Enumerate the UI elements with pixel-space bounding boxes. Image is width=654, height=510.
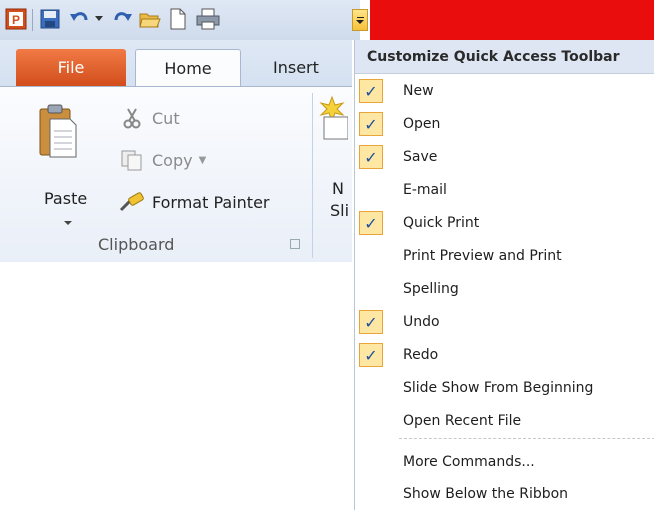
chevron-down-icon[interactable] [64, 221, 72, 225]
menu-item-more-commands[interactable]: More Commands... [355, 445, 654, 478]
checkbox-empty [359, 244, 383, 268]
copy-button[interactable]: Copy ▼ [118, 149, 206, 171]
menu-item-undo[interactable]: ✓ Undo [355, 305, 654, 338]
paste-button[interactable]: Paste [38, 103, 98, 233]
checkbox-empty [359, 409, 383, 433]
checkmark-icon: ✓ [359, 112, 383, 136]
menu-item-label: Quick Print [403, 214, 480, 231]
new-slide-button[interactable]: N Sli [318, 95, 352, 235]
toolbar-separator [32, 9, 33, 31]
undo-dropdown-icon[interactable] [92, 7, 106, 31]
menu-item-open[interactable]: ✓ Open [355, 107, 654, 140]
menu-item-label: Show Below the Ribbon [403, 485, 569, 502]
customize-qat-dropdown-button[interactable] [352, 9, 368, 31]
copy-label: Copy [152, 150, 193, 170]
menu-item-label: Spelling [403, 280, 459, 297]
menu-item-spelling[interactable]: Spelling [355, 272, 654, 305]
menu-item-label: Save [403, 148, 438, 165]
clipboard-icon [39, 104, 77, 158]
menu-item-label: Print Preview and Print [403, 247, 562, 264]
menu-item-label: E-mail [403, 181, 447, 198]
menu-item-label: Open [403, 115, 441, 132]
checkmark-icon: ✓ [359, 211, 383, 235]
new-document-icon[interactable] [166, 7, 190, 31]
scissors-icon [118, 107, 146, 129]
tab-home[interactable]: Home [135, 49, 241, 87]
checkbox-empty [359, 178, 383, 202]
copy-icon [118, 149, 146, 171]
menu-item-new[interactable]: ✓ New [355, 74, 654, 107]
checkmark-icon: ✓ [359, 343, 383, 367]
customize-qat-menu: Customize Quick Access Toolbar ✓ New ✓ O… [354, 40, 654, 510]
checkmark-icon: ✓ [359, 310, 383, 334]
menu-item-show-below-ribbon[interactable]: Show Below the Ribbon [355, 477, 654, 510]
menu-item-label: Open Recent File [403, 412, 522, 429]
format-painter-label: Format Painter [152, 192, 270, 212]
menu-item-label: Undo [403, 313, 440, 330]
cut-button[interactable]: Cut [118, 107, 180, 129]
menu-item-print-preview[interactable]: Print Preview and Print [355, 239, 654, 272]
quick-print-icon[interactable] [194, 7, 222, 31]
open-folder-icon[interactable] [138, 7, 162, 31]
clipboard-group-label: Clipboard [98, 235, 175, 254]
tab-file[interactable]: File [16, 49, 126, 86]
menu-item-label: More Commands... [403, 453, 535, 470]
ribbon-tabs: File Home Insert [0, 40, 352, 87]
chevron-down-icon [356, 19, 364, 24]
checkbox-empty [359, 277, 383, 301]
redo-icon[interactable] [110, 7, 134, 31]
menu-item-save[interactable]: ✓ Save [355, 140, 654, 173]
menu-item-email[interactable]: E-mail [355, 173, 654, 206]
new-slide-icon [319, 95, 349, 140]
checkmark-icon: ✓ [359, 79, 383, 103]
format-painter-button[interactable]: Format Painter [118, 191, 269, 213]
checkmark-icon: ✓ [359, 145, 383, 169]
undo-icon[interactable] [68, 7, 92, 31]
new-slide-label-line1: N [332, 179, 344, 198]
chevron-down-icon[interactable]: ▼ [199, 155, 207, 166]
save-icon[interactable] [38, 7, 62, 31]
svg-text:P: P [12, 13, 20, 27]
paste-label: Paste [44, 189, 88, 208]
checkbox-empty [359, 376, 383, 400]
menu-item-label: Redo [403, 346, 439, 363]
dialog-launcher-icon[interactable] [290, 239, 300, 249]
paintbrush-icon [118, 191, 146, 213]
ribbon-home: Paste Cut Copy ▼ Format Painter Clipboar… [0, 86, 352, 262]
group-separator [312, 93, 313, 258]
menu-item-slide-show[interactable]: Slide Show From Beginning [355, 371, 654, 404]
menu-item-label: New [403, 82, 434, 99]
menu-item-redo[interactable]: ✓ Redo [355, 338, 654, 371]
title-bar-highlight [370, 0, 654, 40]
menu-item-quick-print[interactable]: ✓ Quick Print [355, 206, 654, 239]
menu-item-label: Slide Show From Beginning [403, 379, 594, 396]
cut-label: Cut [152, 108, 180, 128]
tab-insert[interactable]: Insert [273, 49, 319, 86]
menu-title: Customize Quick Access Toolbar [355, 40, 654, 74]
powerpoint-icon[interactable]: P [4, 7, 28, 31]
menu-separator [399, 438, 654, 439]
quick-access-toolbar: P [0, 0, 360, 40]
menu-item-open-recent[interactable]: Open Recent File [355, 404, 654, 437]
new-slide-label-line2: Sli [330, 201, 350, 220]
